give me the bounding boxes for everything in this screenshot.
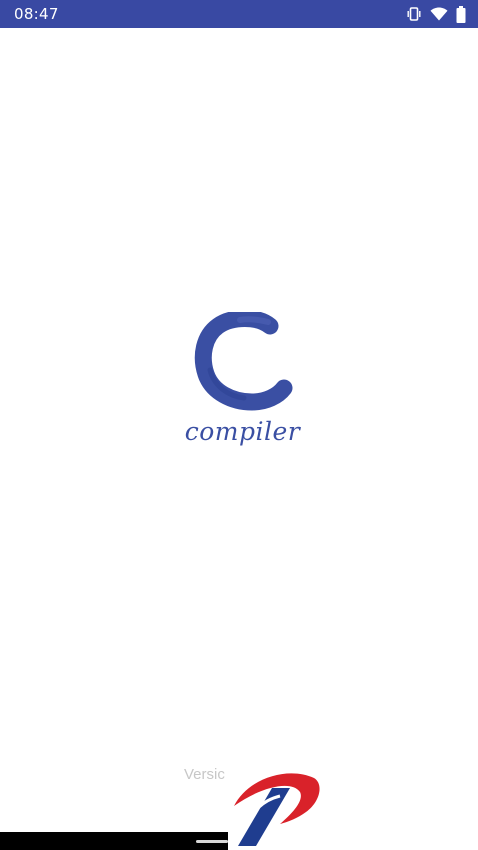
splash-screen: 08:47 compiler Versic	[0, 0, 478, 850]
app-logo: compiler	[170, 312, 315, 462]
logo-wordmark: compiler	[184, 417, 301, 446]
status-bar: 08:47	[0, 0, 478, 28]
vibrate-icon	[406, 7, 422, 21]
wifi-icon	[430, 7, 448, 21]
home-handle[interactable]	[196, 840, 228, 843]
version-label: Versic	[184, 766, 225, 783]
navigation-bar	[0, 832, 228, 850]
battery-icon	[456, 5, 466, 23]
brand-badge-icon	[228, 768, 328, 850]
status-icons	[406, 5, 466, 23]
status-time: 08:47	[14, 5, 59, 23]
c-letter-icon	[194, 312, 293, 411]
